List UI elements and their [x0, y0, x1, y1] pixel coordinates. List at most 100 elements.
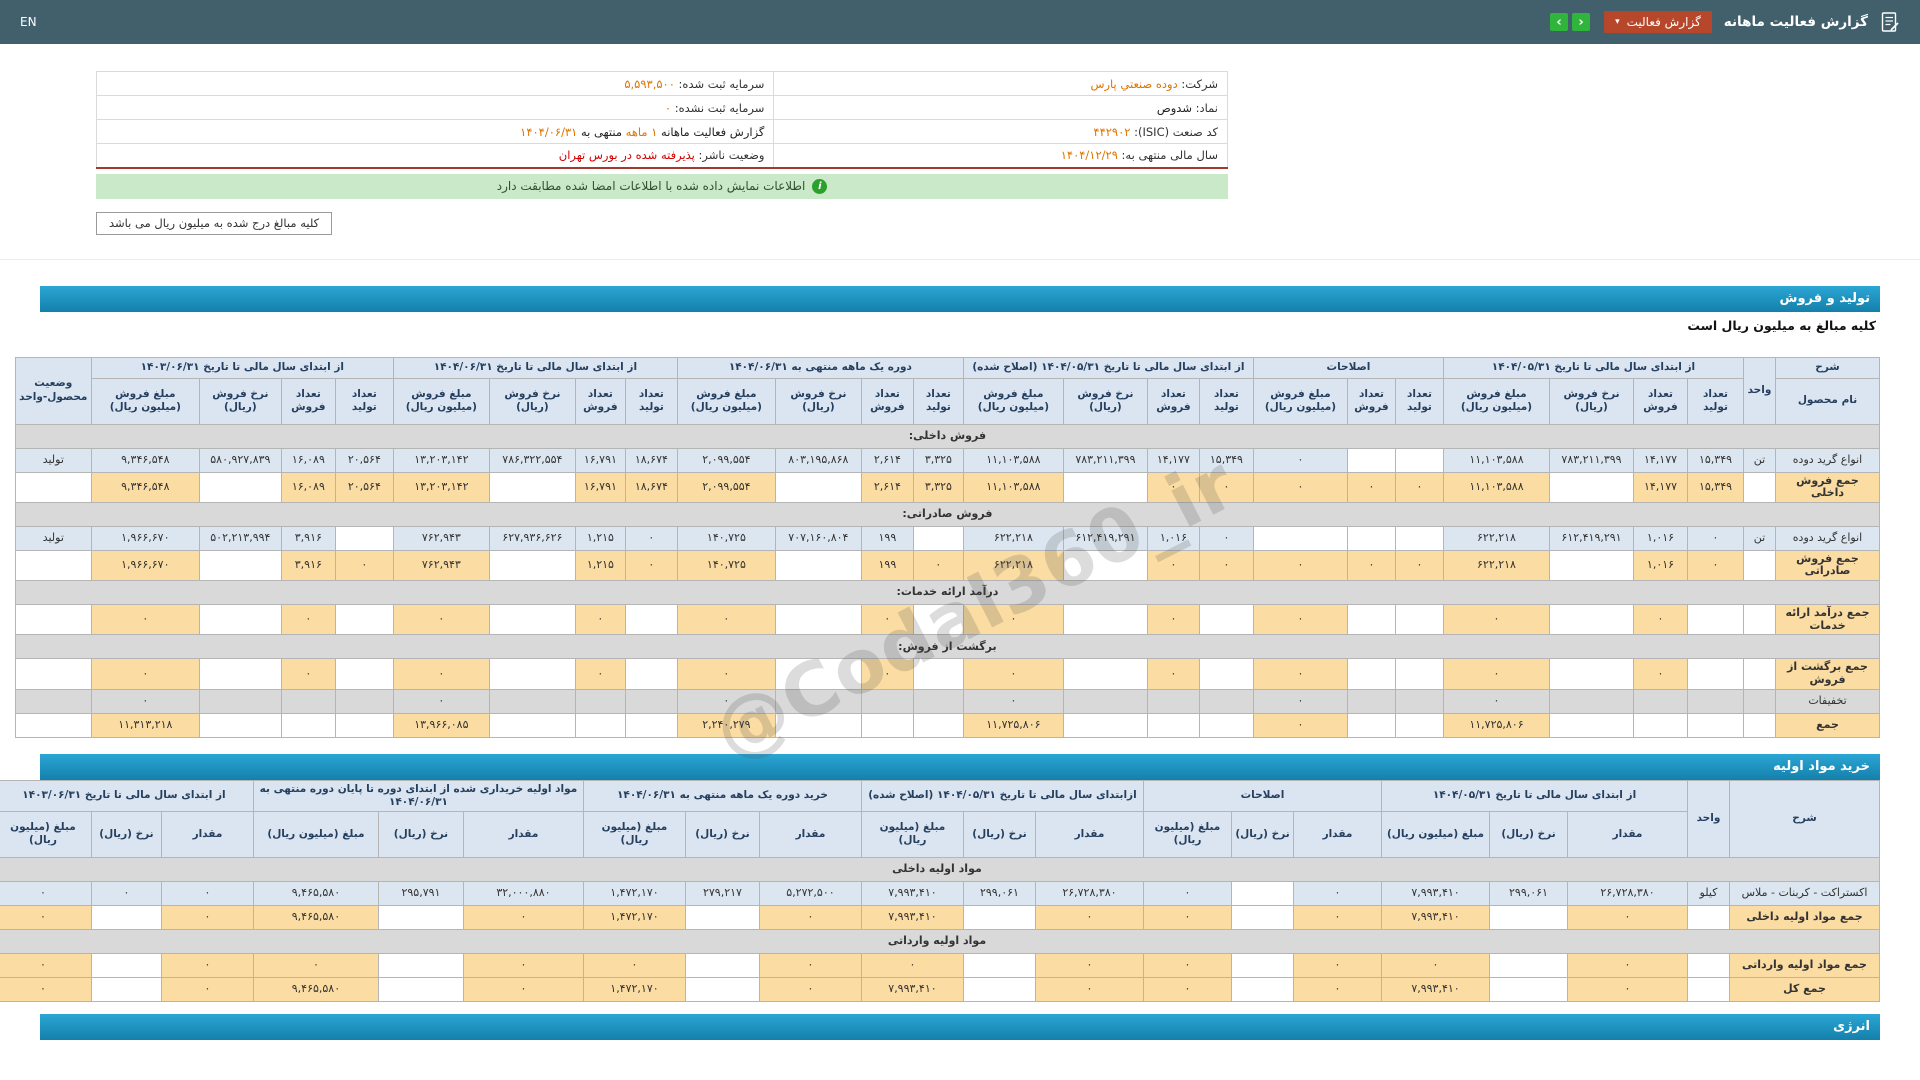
sales-section-header: تولید و فروش — [40, 285, 1880, 312]
value-cell — [912, 688, 964, 714]
section-label-cell: مواد اولیه داخلی — [0, 856, 1881, 882]
value-cell: ۰ — [392, 658, 490, 690]
value-cell: ۰ — [1252, 604, 1348, 636]
column-header: واحد — [1687, 779, 1730, 858]
value-cell: ۰ — [1142, 952, 1233, 978]
column-group-header: اصلاحات — [1252, 356, 1444, 379]
value-cell — [1549, 688, 1634, 714]
row-label-cell: جمع فروش صادراتی — [1775, 549, 1880, 582]
page-title: گزارش فعالیت ماهانه — [1723, 14, 1868, 30]
status-cell — [14, 658, 92, 690]
value-cell: ۰ — [1567, 976, 1688, 1002]
column-group-header: از ابتدای سال مالی تا تاریخ ۱۴۰۴/۰۵/۳۱ — [1381, 779, 1688, 812]
report-type-label: گزارش فعالیت — [1626, 15, 1701, 29]
value-cell — [1394, 447, 1444, 473]
value-cell: ۲۰,۵۶۴ — [334, 471, 394, 503]
sales-section: تولید و فروش کلیه مبالغ به میلیون ریال ا… — [14, 285, 1881, 738]
value-cell: ۰ — [1293, 952, 1382, 978]
value-cell: ۰ — [392, 688, 490, 714]
value-cell: ۱۵,۳۴۹ — [1687, 447, 1744, 473]
value-cell — [1231, 880, 1294, 906]
column-header: مقدار — [160, 810, 254, 858]
value-cell — [574, 712, 626, 738]
value-cell — [1394, 688, 1444, 714]
company-info-table: شرکت: دوده صنعتي پارس سرمایه ثبت شده: ۵,۵… — [95, 71, 1228, 169]
value-cell — [1346, 658, 1396, 690]
column-header: نرخ (ریال) — [684, 810, 760, 858]
language-toggle[interactable]: EN — [20, 15, 37, 29]
column-header: نرخ فروش (ریال) — [1549, 377, 1634, 425]
column-header: نرخ فروش (ریال) — [198, 377, 282, 425]
value-cell: ۰ — [624, 525, 678, 551]
value-cell: ۶۲۷,۹۳۶,۶۲۶ — [488, 525, 576, 551]
value-cell: ۵,۲۷۲,۵۰۰ — [758, 880, 862, 906]
value-cell: ۰ — [280, 604, 336, 636]
row-label-cell: جمع برگشت از فروش — [1775, 658, 1880, 690]
value-cell: ۰ — [280, 658, 336, 690]
next-report-button[interactable]: › — [1572, 13, 1591, 31]
top-bar: گزارش فعالیت ماهانه گزارش فعالیت ▾ ‹ › E… — [0, 0, 1920, 44]
row-label-cell: جمع فروش داخلی — [1775, 471, 1880, 503]
value-cell — [774, 688, 862, 714]
status-cell — [14, 688, 92, 714]
value-cell — [1687, 688, 1744, 714]
column-group-header: از ابتدای سال مالی تا تاریخ ۱۴۰۳/۰۶/۳۱ — [90, 356, 394, 379]
report-icon — [1880, 11, 1900, 33]
value-cell: ۱۴,۱۷۷ — [1633, 471, 1688, 503]
value-cell: ۰ — [962, 658, 1064, 690]
value-cell: ۰ — [160, 880, 254, 906]
column-header: مبلغ (میلیون ریال) — [1381, 810, 1490, 858]
value-cell — [1394, 525, 1444, 551]
value-cell: ۱۱,۳۱۳,۲۱۸ — [90, 712, 200, 738]
value-cell: ۱۱,۱۰۳,۵۸۸ — [962, 471, 1064, 503]
value-cell: ۱,۲۱۵ — [574, 549, 626, 582]
column-header: نرخ (ریال) — [377, 810, 464, 858]
value-cell: ۹,۴۶۵,۵۸۰ — [252, 904, 379, 930]
value-cell — [1198, 658, 1254, 690]
section-label-cell: برگشت از فروش: — [14, 634, 1881, 660]
table-row: جمع فروش صادراتی ۰ ۱,۰۱۶ ۶۲۲,۲۱۸ ۰ ۰ ۰ ۰ ۰ ۶۲۲,۲۱… — [14, 549, 1880, 582]
table-row: جمع فروش داخلی ۱۵,۳۴۹ ۱۴,۱۷۷ ۱۱,۱۰۳,۵۸۸ ۰ ۰ ۰ ۰… — [14, 471, 1880, 503]
value-cell: ۱۴,۱۷۷ — [1633, 447, 1688, 473]
value-cell: ۹,۳۴۶,۵۴۸ — [90, 447, 200, 473]
value-cell — [1198, 604, 1254, 636]
column-header: تعداد فروش — [280, 377, 336, 425]
value-cell: ۰ — [676, 658, 776, 690]
value-cell — [488, 712, 576, 738]
unit-cell — [1743, 658, 1776, 690]
column-header: نرخ (ریال) — [962, 810, 1036, 858]
value-cell: ۷,۹۹۳,۴۱۰ — [860, 880, 964, 906]
row-label-cell: جمع مواد اولیه داخلی — [1729, 904, 1880, 930]
value-cell: ۰ — [334, 549, 394, 582]
column-group-header: از ابتدای سال مالی تا تاریخ ۱۴۰۴/۰۵/۳۱ (… — [962, 356, 1254, 379]
value-cell — [1549, 712, 1634, 738]
prev-report-button[interactable]: ‹ — [1550, 13, 1569, 31]
value-cell — [1062, 471, 1148, 503]
sales-table: شرح واحد از ابتدای سال مالی تا تاریخ ۱۴۰۴/… — [14, 356, 1881, 738]
column-group-header: دوره یک ماهه منتهی به ۱۴۰۴/۰۶/۳۱ — [676, 356, 964, 379]
column-group-header: از ابتدای سال مالی تا تاریخ ۱۴۰۴/۰۶/۳۱ — [392, 356, 678, 379]
column-header: مبلغ (میلیون ریال) — [0, 810, 92, 858]
value-cell: ۳,۳۲۵ — [912, 447, 964, 473]
value-cell: ۰ — [392, 604, 490, 636]
column-header: مبلغ (میلیون ریال) — [252, 810, 379, 858]
column-header: مبلغ فروش (میلیون ریال) — [962, 377, 1064, 425]
column-header: مقدار — [1034, 810, 1144, 858]
energy-section: انرژی — [40, 1013, 1880, 1040]
value-cell: ۰ — [1034, 976, 1144, 1002]
column-header: مبلغ (میلیون ریال) — [582, 810, 686, 858]
signed-notice-bar: i اطلاعات نمایش داده شده با اطلاعات امضا… — [96, 173, 1228, 199]
value-cell: ۰ — [1346, 549, 1396, 582]
value-cell — [1346, 688, 1396, 714]
row-label-cell: اکستراکت - کربنات - ملاس — [1729, 880, 1880, 906]
value-cell — [1198, 688, 1254, 714]
value-cell: ۱۳,۲۰۳,۱۴۲ — [392, 447, 490, 473]
value-cell: ۱۶,۷۹۱ — [574, 471, 626, 503]
report-nav: ‹ › — [1550, 13, 1591, 31]
report-type-dropdown[interactable]: گزارش فعالیت ▾ — [1604, 11, 1712, 33]
column-header: تعداد تولید — [334, 377, 394, 425]
column-header: مبلغ (میلیون ریال) — [1142, 810, 1233, 858]
info-cell: سرمایه ثبت شده: ۵,۵۹۳,۵۰۰ — [95, 71, 775, 96]
value-cell — [1231, 904, 1294, 930]
value-cell: ۱۶,۰۸۹ — [280, 447, 336, 473]
